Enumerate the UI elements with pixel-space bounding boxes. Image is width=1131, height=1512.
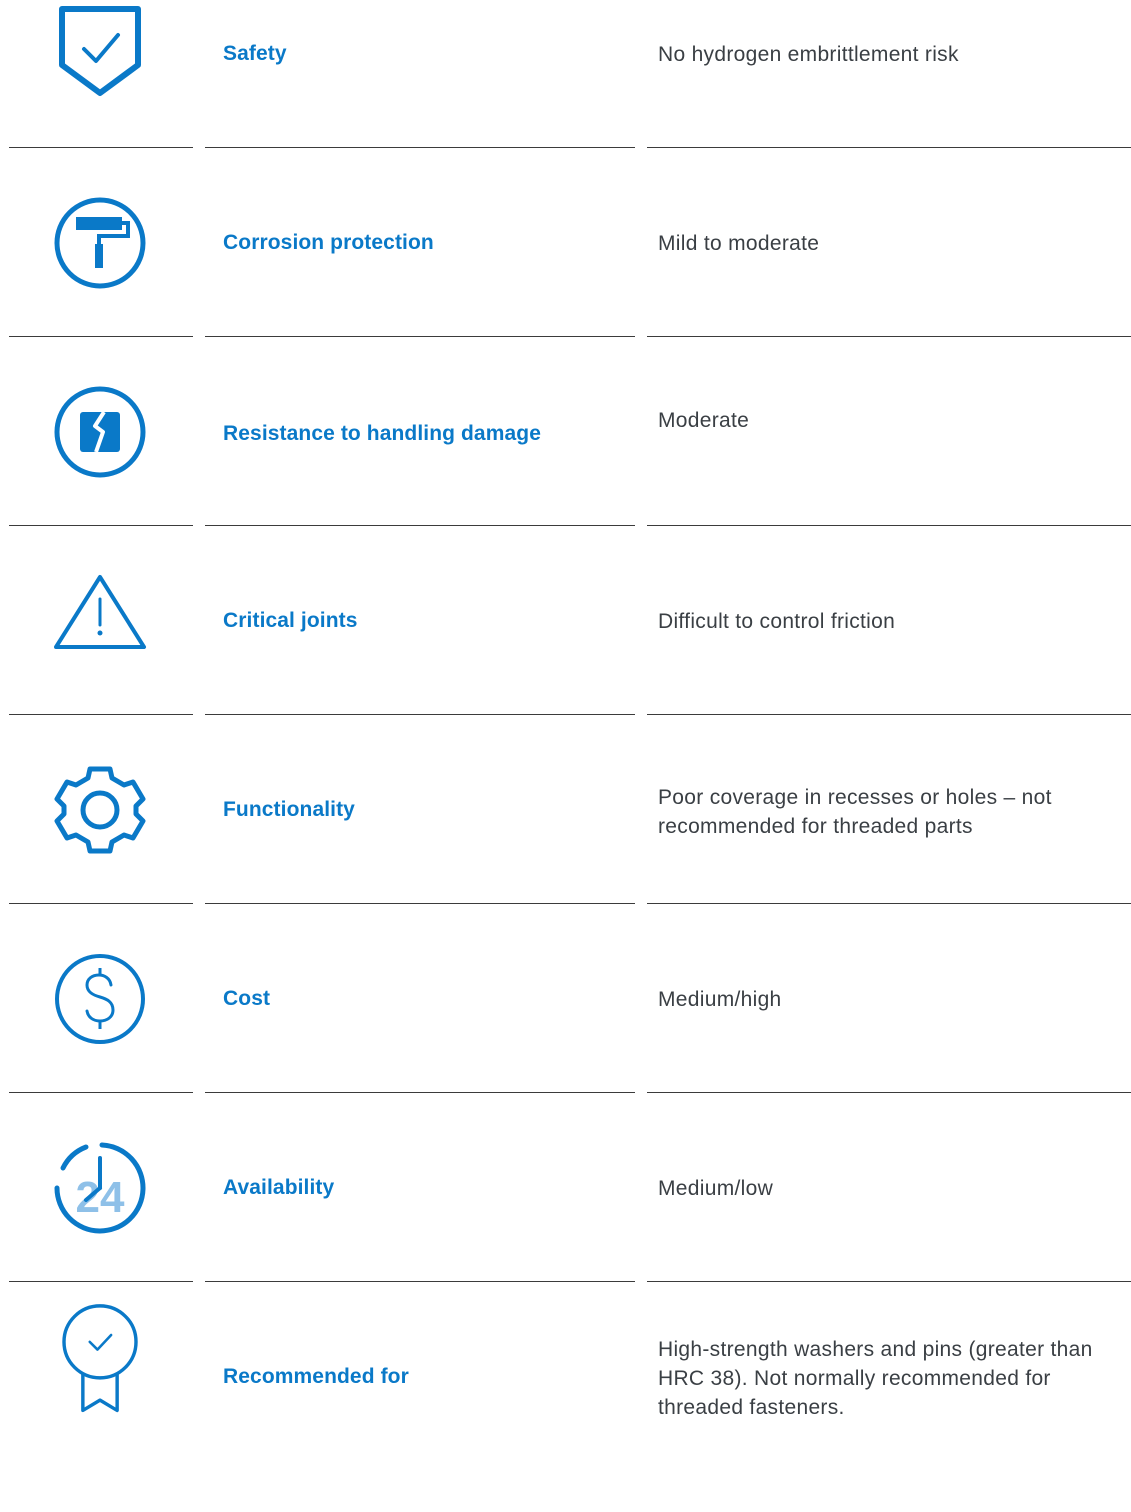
cracked-block-icon	[40, 372, 160, 492]
feature-label: Functionality	[223, 798, 355, 821]
clock-24-icon: 24	[40, 1128, 160, 1248]
shield-check-icon	[40, 0, 160, 115]
row-divider	[205, 903, 635, 904]
row-divider	[647, 714, 1131, 715]
row-divider	[9, 1281, 193, 1282]
row-divider	[205, 1281, 635, 1282]
row-divider	[205, 147, 635, 148]
table-row: 24 Availability Medium/low	[0, 1134, 1131, 1323]
feature-value: Mild to moderate	[658, 232, 820, 255]
row-divider	[205, 525, 635, 526]
row-divider	[9, 1092, 193, 1093]
row-divider	[9, 903, 193, 904]
feature-value: Medium/high	[658, 988, 782, 1011]
table-row: Critical joints Difficult to control fri…	[0, 567, 1131, 756]
row-divider	[647, 336, 1131, 337]
row-divider	[647, 903, 1131, 904]
row-divider	[647, 1092, 1131, 1093]
feature-value: Moderate	[658, 409, 750, 432]
feature-label: Safety	[223, 42, 287, 65]
coating-properties-table: Safety No hydrogen embrittlement risk Co…	[0, 0, 1131, 1463]
feature-label: Critical joints	[223, 609, 358, 632]
award-ribbon-icon	[40, 1299, 160, 1419]
feature-label: Recommended for	[223, 1365, 409, 1388]
dollar-circle-icon	[40, 939, 160, 1059]
row-divider	[9, 714, 193, 715]
feature-label: Resistance to handling damage	[223, 422, 541, 445]
table-row: Functionality Poor coverage in recesses …	[0, 756, 1131, 945]
feature-value: No hydrogen embrittlement risk	[658, 43, 959, 66]
row-divider	[9, 147, 193, 148]
feature-label: Availability	[223, 1176, 335, 1199]
feature-label: Cost	[223, 987, 271, 1010]
table-row: Resistance to handling damage Moderate	[0, 378, 1131, 567]
feature-label: Corrosion protection	[223, 231, 434, 254]
row-divider	[647, 147, 1131, 148]
row-divider	[647, 1281, 1131, 1282]
row-divider	[205, 336, 635, 337]
row-divider	[205, 714, 635, 715]
table-row: Safety No hydrogen embrittlement risk	[0, 0, 1131, 189]
table-row: Cost Medium/high	[0, 945, 1131, 1134]
row-divider	[9, 525, 193, 526]
row-divider	[9, 336, 193, 337]
feature-value: Medium/low	[658, 1177, 774, 1200]
feature-value: Poor coverage in recesses or holes – not…	[658, 786, 1052, 838]
warning-triangle-icon	[40, 561, 160, 681]
feature-value: High-strength washers and pins (greater …	[658, 1338, 1093, 1419]
row-divider	[647, 525, 1131, 526]
feature-value: Difficult to control friction	[658, 610, 896, 633]
paint-roller-icon	[40, 183, 160, 303]
table-row: Corrosion protection Mild to moderate	[0, 189, 1131, 378]
row-divider	[205, 1092, 635, 1093]
table-row: Recommended for High-strength washers an…	[0, 1304, 1131, 1512]
gear-icon	[40, 750, 160, 870]
